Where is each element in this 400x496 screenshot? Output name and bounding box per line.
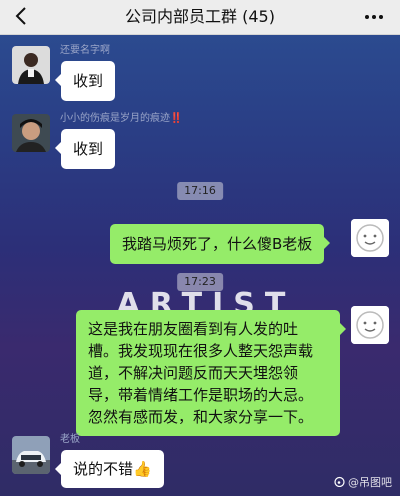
back-arrow-icon[interactable] [10, 4, 34, 28]
car-avatar-icon [12, 436, 50, 474]
self-message-bubble[interactable]: 这是我在朋友圈看到有人发的吐 槽。我发现现在很多人整天怨声载 道，不解决问题反而… [76, 310, 346, 436]
smiley-face-icon [351, 219, 389, 257]
sender-name-text: 小小的伤痕是岁月的痕迹 [60, 113, 170, 124]
sender-name: 老板 [60, 434, 80, 445]
avatar[interactable] [12, 436, 50, 474]
smiley-face-icon [351, 306, 389, 344]
self-avatar[interactable] [351, 306, 389, 344]
message-line: 道，不解决问题反而天天埋怨领 [88, 364, 299, 382]
chat-header: 公司内部员工群 (45) [0, 0, 400, 35]
message-line: 这是我在朋友圈看到有人发的吐 [88, 320, 299, 338]
avatar[interactable] [12, 46, 50, 84]
message-bubble[interactable]: 收到 [54, 61, 116, 101]
more-options-icon[interactable] [362, 5, 386, 29]
message-line: 忽然有感而发，和大家分享一下。 [88, 408, 314, 426]
double-exclamation-icon: ‼️ [170, 113, 183, 124]
site-watermark: @吊图吧 [333, 476, 392, 490]
weibo-logo-icon [333, 476, 345, 488]
sender-name: 小小的伤痕是岁月的痕迹‼️ [60, 112, 182, 126]
avatar[interactable] [12, 114, 50, 152]
message-text: 说的不错👍 [73, 460, 152, 478]
self-message-bubble[interactable]: 我踏马烦死了，什么傻B老板 [110, 224, 331, 264]
message-bubble[interactable]: 收到 [54, 129, 116, 169]
person-avatar-icon [12, 114, 50, 152]
chat-title: 公司内部员工群 (45) [125, 7, 275, 26]
self-avatar[interactable] [351, 219, 389, 257]
person-avatar-icon [12, 46, 50, 84]
timestamp: 17:16 [177, 182, 223, 200]
message-line: 槽。我发现现在很多人整天怨声载 [88, 342, 314, 360]
sender-name: 还要名字啊 [60, 45, 110, 56]
message-bubble[interactable]: 说的不错👍 [55, 450, 164, 488]
site-name: @吊图吧 [348, 476, 392, 489]
message-line: 导，带着情绪工作是职场的大忌。 [88, 386, 314, 404]
